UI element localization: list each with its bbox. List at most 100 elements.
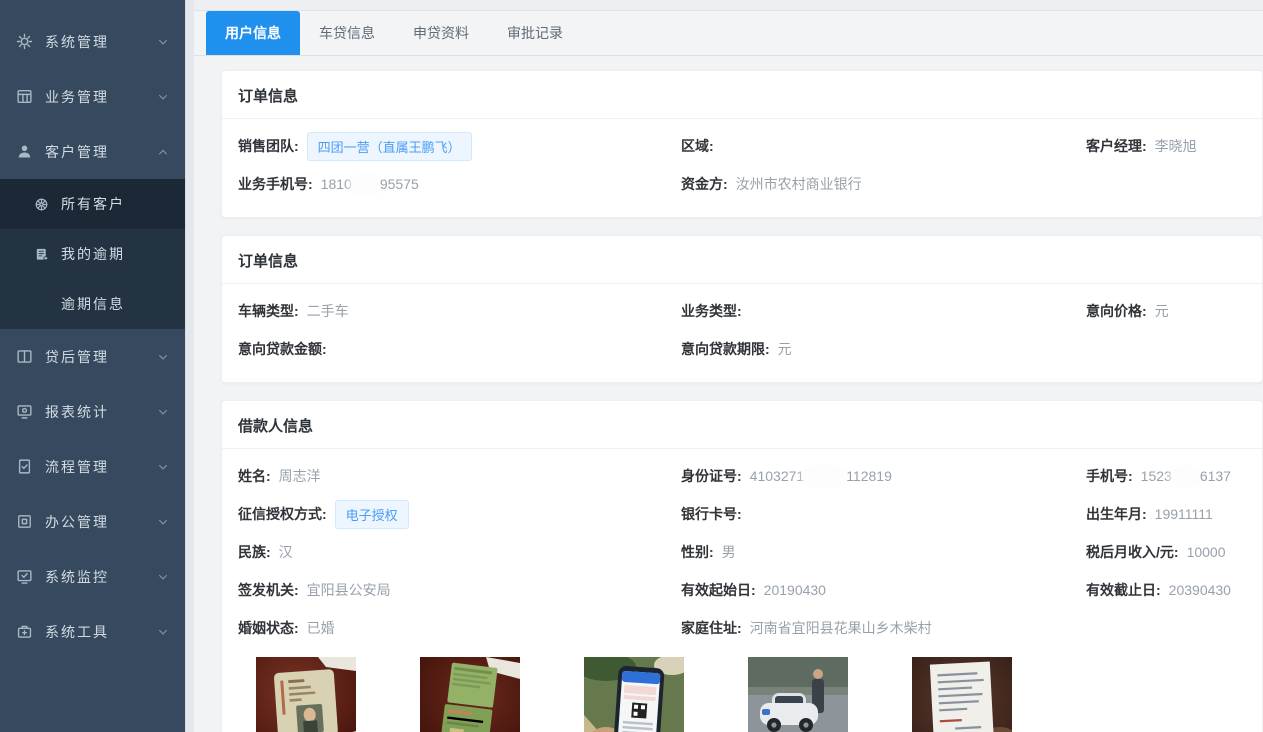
photo-item: 人车合影 xyxy=(748,657,848,732)
tag-sales-team[interactable]: 四团一营（直属王鹏飞） xyxy=(307,132,472,161)
field-value: 汉 xyxy=(279,542,293,562)
photo-thumbnail-other-material-photo[interactable] xyxy=(912,657,1012,732)
field-label: 业务手机号: xyxy=(238,174,313,194)
field-region: 区域: xyxy=(681,127,1086,165)
field-value: 李晓旭 xyxy=(1155,136,1197,156)
sidebar-item-customer-management[interactable]: 客户管理 xyxy=(0,124,185,179)
sidebar-item-label: 贷后管理 xyxy=(45,347,157,367)
field-row: 车辆类型: 二手车 业务类型: 意向价格:元 xyxy=(238,292,1242,330)
field-business-type: 业务类型: xyxy=(681,292,1086,330)
value-part: 1810 xyxy=(321,176,352,192)
chevron-down-icon xyxy=(157,35,171,49)
field-value: 20390430 xyxy=(1169,582,1231,598)
field-intent-price: 意向价格:元 xyxy=(1086,292,1242,330)
field-vehicle-type: 车辆类型: 二手车 xyxy=(238,292,681,330)
sidebar-item-label: 逾期信息 xyxy=(61,294,125,314)
tab-bar: 用户信息车贷信息申贷资料审批记录 xyxy=(194,11,1263,56)
photo-thumbnail-id-card-photo[interactable] xyxy=(256,657,356,732)
field-label: 银行卡号: xyxy=(681,504,742,524)
field-label: 意向价格: xyxy=(1086,301,1147,321)
tag-credit-auth-method[interactable]: 电子授权 xyxy=(335,500,409,529)
field-label: 销售团队: xyxy=(238,136,299,156)
sidebar-item-label: 我的逾期 xyxy=(61,244,125,264)
panel-order-info-2: 订单信息车辆类型: 二手车 业务类型: 意向价格:元意向贷款金额:意向贷款期限:元 xyxy=(221,235,1263,383)
photo-thumbnail-household-register-photo[interactable] xyxy=(420,657,520,732)
box-icon xyxy=(15,513,33,531)
user-icon xyxy=(15,143,33,161)
panel-borrower-info: 借款人信息姓名:周志洋身份证号:4103271112819手机号:1523613… xyxy=(221,400,1263,732)
panel-order-info-1: 订单信息销售团队: 四团一营（直属王鹏飞） 区域:客户经理:李晓旭业务手机号: 181… xyxy=(221,70,1263,218)
field-business-phone: 业务手机号:181095575 xyxy=(238,165,681,203)
sidebar-item-my-overdue[interactable]: 我的逾期 xyxy=(0,229,185,279)
gear-icon xyxy=(15,33,33,51)
header-divider xyxy=(194,0,1263,11)
sidebar-item-report-statistics[interactable]: 报表统计 xyxy=(0,384,185,439)
field-value: 二手车 xyxy=(307,301,349,321)
chevron-down-icon xyxy=(157,625,171,639)
sidebar-item-label: 业务管理 xyxy=(45,87,157,107)
monitor-icon xyxy=(15,403,33,421)
field-credit-auth-method: 征信授权方式: 电子授权 xyxy=(238,495,681,533)
sidebar-item-system-tools[interactable]: 系统工具 xyxy=(0,604,185,659)
chevron-down-icon xyxy=(157,350,171,364)
field-row: 征信授权方式:电子授权银行卡号:出生年月:19911111 xyxy=(238,495,1242,533)
photo-thumbnail-person-car-photo[interactable] xyxy=(748,657,848,732)
field-value: 河南省宜阳县花果山乡木柴村 xyxy=(750,618,932,638)
field-label: 有效截止日: xyxy=(1086,580,1161,600)
field-value: 周志洋 xyxy=(279,466,321,486)
value-part: 6137 xyxy=(1200,468,1231,484)
submenu-customer-management: 所有客户我的逾期逾期信息 xyxy=(0,179,185,329)
field-monthly-income: 税后月收入/元:10000 xyxy=(1086,533,1242,571)
chevron-down-icon xyxy=(157,405,171,419)
sidebar-item-label: 系统监控 xyxy=(45,567,157,587)
field-row: 婚姻状态:已婚家庭住址:河南省宜阳县花果山乡木柴村 xyxy=(238,609,1242,647)
section-title: 借款人信息 xyxy=(222,401,1262,449)
field-label: 业务类型: xyxy=(681,301,742,321)
redacted-patch xyxy=(353,177,379,192)
field-account-manager: 客户经理:李晓旭 xyxy=(1086,127,1242,165)
field-label: 家庭住址: xyxy=(681,618,742,638)
sidebar-item-system-management[interactable]: 系统管理 xyxy=(0,14,185,69)
sidebar-item-business-management[interactable]: 业务管理 xyxy=(0,69,185,124)
photo-item: 个人照 xyxy=(256,657,356,732)
main-content: 用户信息车贷信息申贷资料审批记录 订单信息销售团队:四团一营（直属王鹏飞）区域:… xyxy=(194,0,1263,732)
field-label: 税后月收入/元: xyxy=(1086,542,1179,562)
field-row: 姓名:周志洋身份证号:4103271112819手机号:15236137 xyxy=(238,457,1242,495)
field-label: 车辆类型: xyxy=(238,301,299,321)
tab-car-loan-info[interactable]: 车贷信息 xyxy=(300,11,394,55)
field-name: 姓名:周志洋 xyxy=(238,457,681,495)
sidebar-item-all-customers[interactable]: 所有客户 xyxy=(0,179,185,229)
section-title: 订单信息 xyxy=(222,236,1262,284)
field-row: 民族:汉性别:男税后月收入/元:10000 xyxy=(238,533,1242,571)
field-label: 签发机关: xyxy=(238,580,299,600)
tab-user-info[interactable]: 用户信息 xyxy=(206,11,300,55)
field-label: 身份证号: xyxy=(681,466,742,486)
notebook-icon xyxy=(33,246,49,262)
field-label: 征信授权方式: xyxy=(238,504,327,524)
sidebar-item-post-loan-management[interactable]: 贷后管理 xyxy=(0,329,185,384)
tab-loan-application-materials[interactable]: 申贷资料 xyxy=(394,11,488,55)
field-row: 意向贷款金额:意向贷款期限:元 xyxy=(238,330,1242,368)
sidebar-scrollbar-track[interactable] xyxy=(185,0,194,732)
sidebar-item-process-management[interactable]: 流程管理 xyxy=(0,439,185,494)
sidebar: 系统管理业务管理客户管理所有客户我的逾期逾期信息贷后管理报表统计流程管理办公管理… xyxy=(0,0,185,732)
tab-approval-records[interactable]: 审批记录 xyxy=(488,11,582,55)
field-label: 婚姻状态: xyxy=(238,618,299,638)
field-phone: 手机号:15236137 xyxy=(1086,457,1242,495)
chevron-up-icon xyxy=(157,145,171,159)
app-window: 系统管理业务管理客户管理所有客户我的逾期逾期信息贷后管理报表统计流程管理办公管理… xyxy=(0,0,1263,732)
sidebar-item-label: 流程管理 xyxy=(45,457,157,477)
sidebar-item-overdue-info[interactable]: 逾期信息 xyxy=(0,279,185,329)
sidebar-item-system-monitoring[interactable]: 系统监控 xyxy=(0,549,185,604)
photo-thumbnail-credit-auth-qr-photo[interactable] xyxy=(584,657,684,732)
sidebar-item-label: 所有客户 xyxy=(61,194,125,214)
value-part: 4103271 xyxy=(750,468,805,484)
open-book-icon xyxy=(15,348,33,366)
section-title: 订单信息 xyxy=(222,71,1262,119)
chevron-down-icon xyxy=(157,570,171,584)
field-label: 意向贷款金额: xyxy=(238,339,327,359)
field-bank-card: 银行卡号: xyxy=(681,495,1086,533)
sidebar-item-office-management[interactable]: 办公管理 xyxy=(0,494,185,549)
field-row: 销售团队: 四团一营（直属王鹏飞） 区域:客户经理:李晓旭 xyxy=(238,127,1242,165)
field-value: 20190430 xyxy=(764,582,826,598)
